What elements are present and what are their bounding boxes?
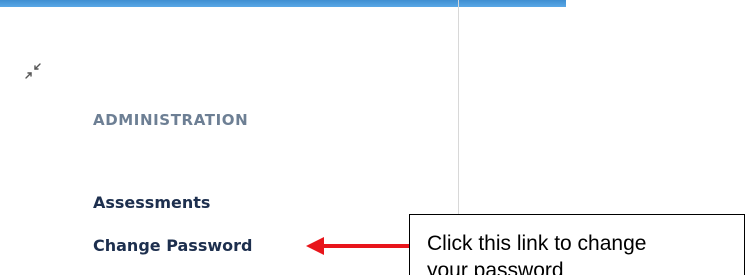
- pointer-arrow-icon: [306, 237, 410, 255]
- section-heading-administration: ADMINISTRATION: [93, 111, 249, 129]
- callout-box: Click this link to change your password: [409, 214, 745, 275]
- callout-text-line-1: Click this link to change: [427, 232, 647, 255]
- header-bar: [0, 0, 566, 7]
- nav-link-change-password[interactable]: Change Password: [93, 236, 252, 255]
- collapse-arrows-icon[interactable]: [24, 62, 42, 80]
- callout-text-line-2: your password: [427, 259, 564, 275]
- page: ADMINISTRATION Assessments Change Passwo…: [0, 0, 747, 275]
- nav-link-assessments[interactable]: Assessments: [93, 193, 210, 212]
